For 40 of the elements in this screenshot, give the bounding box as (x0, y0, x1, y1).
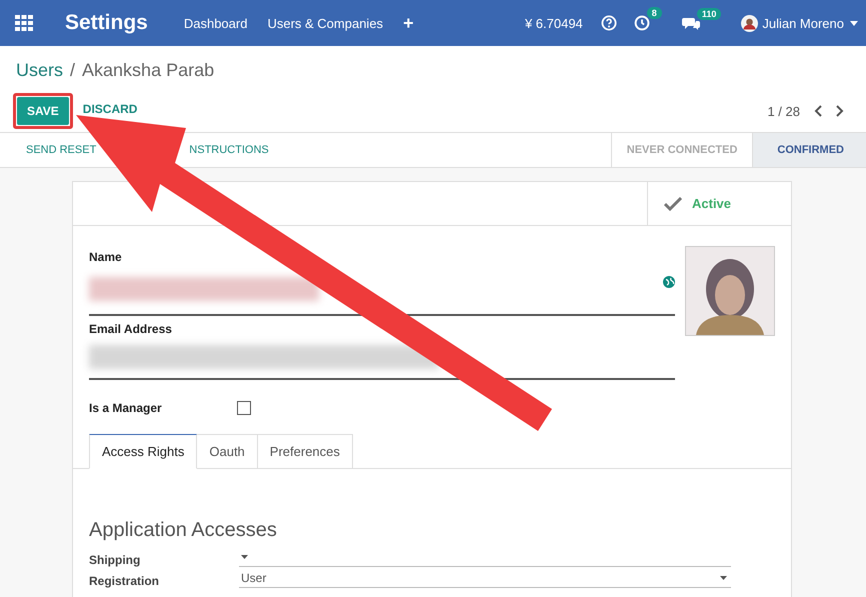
section-title: Application Accesses (89, 519, 278, 542)
avatar-icon[interactable] (741, 14, 758, 32)
nav-menu-item[interactable]: Dashboard (184, 16, 248, 30)
breadcrumb-link[interactable]: Users (16, 60, 64, 80)
tab[interactable]: Access Rights (89, 434, 198, 469)
field-label: Registration (89, 574, 160, 588)
field-label: Email Address (89, 322, 173, 336)
save-button[interactable]: SAVE (17, 97, 69, 125)
message-count-badge: 110 (696, 8, 722, 20)
status-stage[interactable]: CONFIRMED (752, 133, 866, 167)
caret-icon (241, 555, 248, 559)
select-field[interactable]: User (239, 569, 731, 588)
chat-icon[interactable] (682, 16, 700, 30)
help-icon[interactable] (600, 15, 617, 31)
user-name[interactable]: Julian Moreno (762, 16, 844, 30)
discard-button[interactable]: DISCARD (82, 103, 138, 115)
previous-icon[interactable] (814, 105, 822, 117)
clock-icon[interactable] (634, 15, 650, 31)
add-menu-item[interactable]: + (403, 12, 414, 34)
activity-count-badge: 8 (646, 7, 662, 19)
app-title: Settings (65, 11, 148, 35)
tab[interactable]: Oauth (197, 434, 258, 469)
field-label: Name (89, 250, 123, 264)
breadcrumb-separator: / (70, 60, 76, 80)
next-icon[interactable] (836, 105, 844, 117)
check-icon (664, 196, 682, 210)
pager-value: 1 / 28 (767, 104, 800, 118)
field-label: Is a Manager (89, 401, 163, 415)
caret-icon[interactable] (850, 20, 858, 26)
apps-menu-icon[interactable] (15, 15, 33, 31)
balance-amount: ¥ 6.70494 (524, 16, 583, 30)
select-value: User (241, 571, 266, 585)
reset-password-link[interactable]: SEND RESET (26, 144, 96, 156)
reset-password-link[interactable]: NSTRUCTIONS (189, 144, 269, 156)
field-label: Shipping (89, 553, 142, 567)
caret-icon (720, 576, 727, 580)
breadcrumb-current: Akanksha Parab (82, 60, 214, 80)
tab[interactable]: Preferences (258, 434, 353, 469)
checkbox[interactable] (237, 401, 251, 415)
nav-menu-item[interactable]: Users & Companies (267, 16, 384, 30)
